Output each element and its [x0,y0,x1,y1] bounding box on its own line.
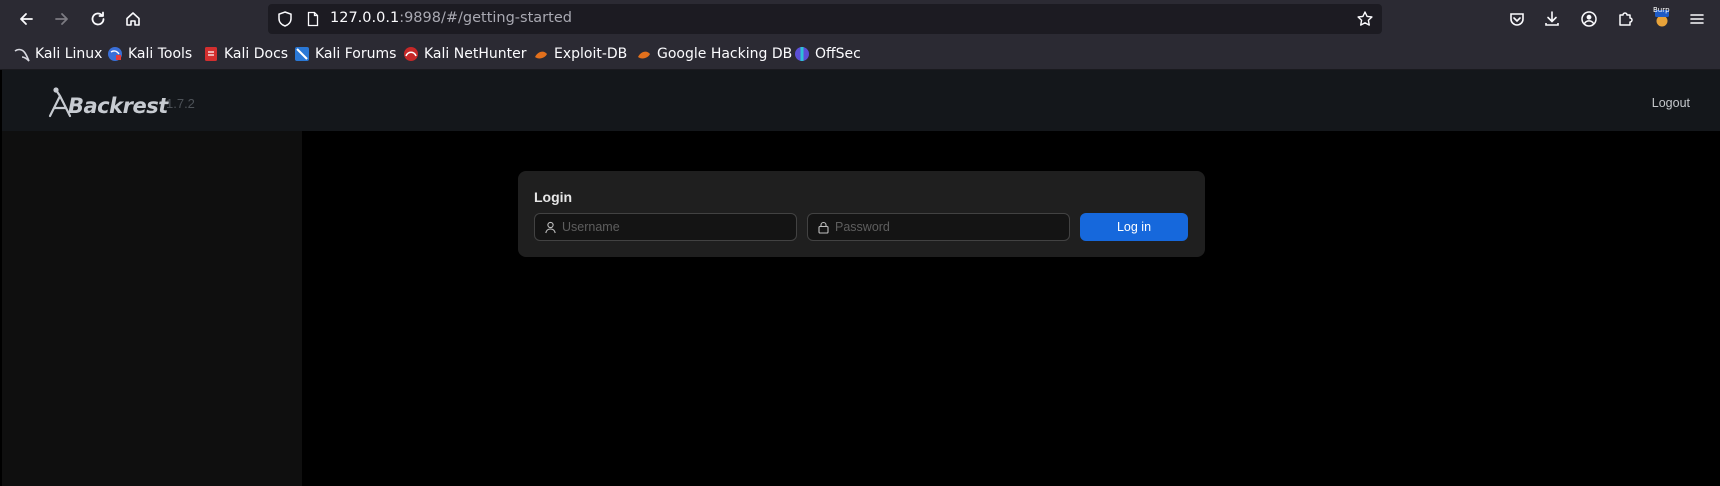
bookmark-label: Google Hacking DB [657,46,793,62]
forward-button[interactable] [48,5,76,33]
password-field-wrapper[interactable] [807,213,1070,241]
bookmark-label: OffSec [815,46,861,62]
user-icon [545,221,556,233]
bookmark-kali-docs[interactable]: Kali Docs [203,44,288,64]
reload-button[interactable] [84,5,112,33]
username-field-wrapper[interactable] [534,213,797,241]
backrest-logo[interactable]: Backrest [46,80,168,118]
sidebar [2,131,302,486]
bookmark-label: Kali Forums [315,46,397,62]
home-icon [126,12,140,26]
puzzle-icon [1619,12,1633,26]
kali-dragon-icon [14,48,30,62]
extensions-button[interactable] [1611,5,1639,33]
password-input[interactable] [835,220,1055,234]
login-button[interactable]: Log in [1080,213,1188,241]
pocket-icon [1510,13,1524,26]
account-icon [1581,11,1597,27]
bookmark-label: Kali Docs [224,46,289,62]
bookmark-kali-tools[interactable]: Kali Tools [107,44,192,64]
home-button[interactable] [119,5,147,33]
download-icon [1545,11,1559,26]
logo-text: Backrest [68,94,168,118]
bookmark-label: Kali Tools [128,46,193,62]
login-title: Login [534,189,573,205]
arrow-left-icon [20,13,33,25]
nethunter-icon [404,47,418,61]
shield-icon[interactable] [276,10,294,28]
kali-docs-icon [205,47,217,61]
account-button[interactable] [1575,5,1603,33]
ghdb-icon [638,51,650,59]
bookmark-label: Kali NetHunter [424,46,527,62]
url-text[interactable]: 127.0.0.1:9898/#/getting-started [330,10,572,26]
downloads-button[interactable] [1538,5,1566,33]
bookmarks-bar: Kali Linux Kali Tools Kali Docs Kali For… [0,38,1720,70]
burp-extension-button[interactable]: Burp [1648,5,1676,33]
username-input[interactable] [562,220,782,234]
menu-button[interactable] [1683,5,1711,33]
bookmark-exploit-db[interactable]: Exploit-DB [533,44,627,64]
offsec-icon [795,47,809,61]
bookmark-kali-nethunter[interactable]: Kali NetHunter [403,44,526,64]
lock-icon [818,221,829,234]
bookmark-label: Kali Linux [35,46,103,62]
hamburger-menu-icon [1690,14,1704,24]
logout-link[interactable]: Logout [1652,96,1690,110]
url-host: 127.0.0.1 [330,10,400,26]
bookmark-google-hacking-db[interactable]: Google Hacking DB [636,44,792,64]
bookmark-star-icon[interactable] [1356,10,1374,28]
bookmark-kali-forums[interactable]: Kali Forums [294,44,396,64]
pocket-button[interactable] [1503,5,1531,33]
address-bar[interactable]: 127.0.0.1:9898/#/getting-started [268,4,1382,34]
kali-tools-icon [108,47,122,61]
back-button[interactable] [12,5,40,33]
app-version: 1.7.2 [166,96,195,111]
reload-icon [91,11,105,26]
kali-forums-icon [295,47,309,61]
bookmark-offsec[interactable]: OffSec [794,44,861,64]
bookmark-kali-linux[interactable]: Kali Linux [14,44,102,64]
exploit-db-icon [535,51,547,59]
arrow-right-icon [55,13,68,25]
burp-badge: Burp [1653,6,1670,14]
page-icon[interactable] [305,11,321,27]
url-path: :9898/#/getting-started [399,10,572,26]
app-header: Backrest 1.7.2 Logout [2,70,1720,131]
browser-toolbar: 127.0.0.1:9898/#/getting-started Burp [0,0,1720,38]
login-card: Login Log in [518,171,1205,257]
bookmark-label: Exploit-DB [554,46,628,62]
